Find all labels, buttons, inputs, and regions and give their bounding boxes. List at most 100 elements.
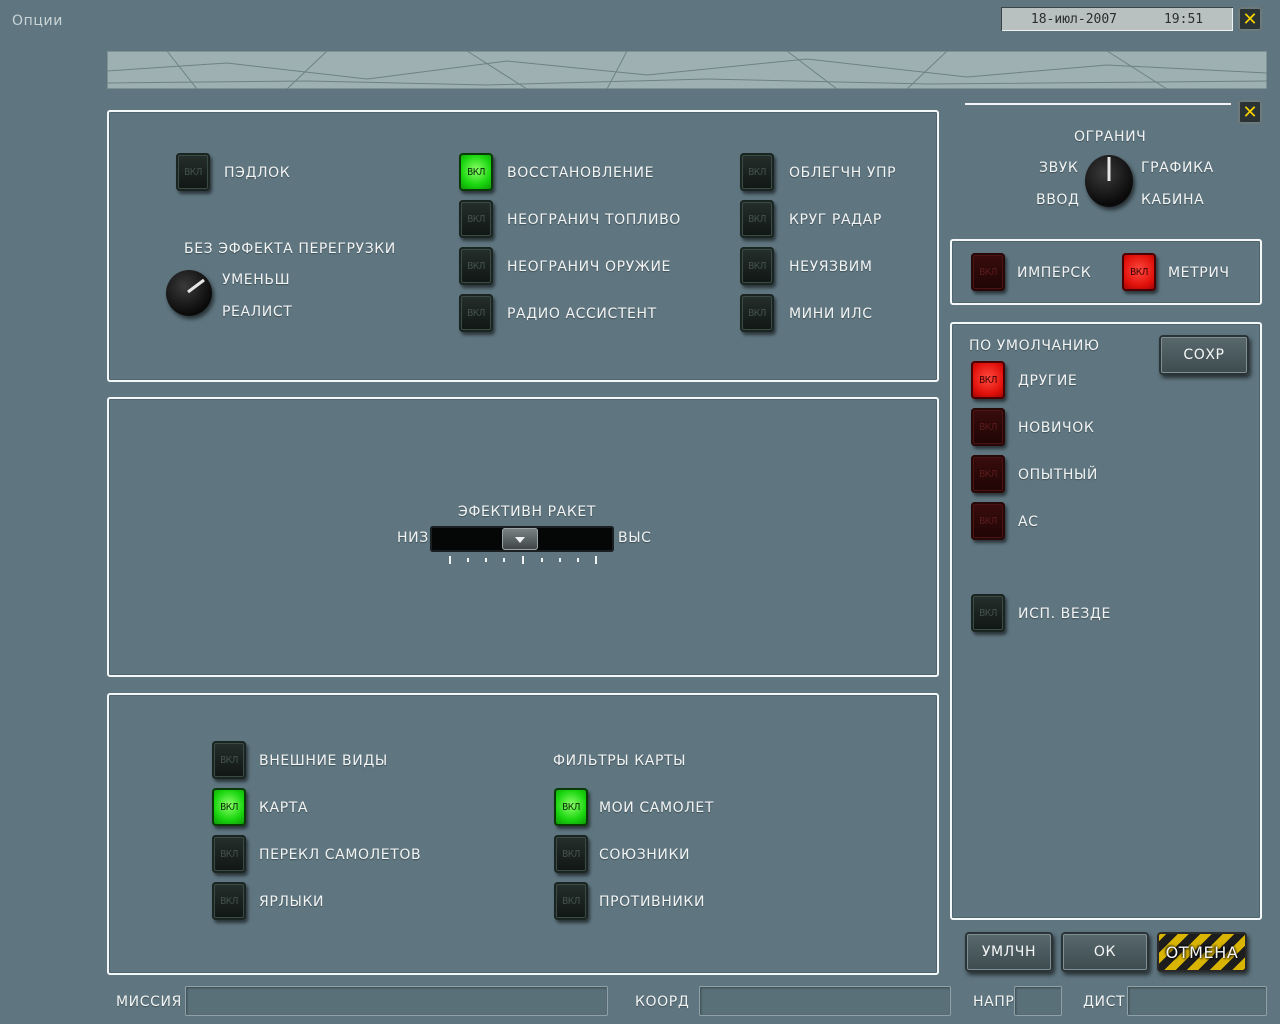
map-filter-toggle[interactable]: ВКЛ bbox=[554, 788, 588, 826]
chevron-down-icon bbox=[515, 537, 525, 543]
preset-toggle[interactable]: ВКЛ bbox=[971, 502, 1005, 540]
view-option-label: ПЕРЕКЛ САМОЛЕТОВ bbox=[259, 847, 422, 863]
save-button[interactable]: СОХР bbox=[1159, 335, 1249, 375]
g-effect-option-reduced[interactable]: УМЕНЬШ bbox=[222, 272, 290, 288]
window-close-icon[interactable]: ✕ bbox=[1238, 7, 1262, 31]
missile-slider-track[interactable] bbox=[430, 526, 614, 552]
close-glyph: ✕ bbox=[1242, 8, 1258, 30]
units-toggle[interactable]: ВКЛ bbox=[1122, 253, 1156, 291]
flight-option-label: РАДИО АССИСТЕНТ bbox=[507, 306, 657, 322]
missile-slider-ticks bbox=[449, 556, 597, 564]
default-button[interactable]: УМЛЧН bbox=[965, 932, 1053, 972]
view-option-label: ЯРЛЫКИ bbox=[259, 894, 325, 910]
preset-label: ОПЫТНЫЙ bbox=[1018, 467, 1099, 483]
window-title: Опции bbox=[12, 13, 63, 29]
flight-option-toggle[interactable]: ВКЛ bbox=[740, 294, 774, 332]
missile-low-label: НИЗ bbox=[397, 530, 429, 546]
toggle-state: ВКЛ bbox=[562, 801, 580, 813]
flight-option-toggle[interactable]: ВКЛ bbox=[740, 200, 774, 238]
map-filter-label: ПРОТИВНИКИ bbox=[599, 894, 706, 910]
mission-label: МИССИЯ bbox=[116, 994, 182, 1010]
view-option-label: ВНЕШНИЕ ВИДЫ bbox=[259, 753, 388, 769]
view-option-toggle[interactable]: ВКЛ bbox=[212, 882, 246, 920]
toggle-state: ВКЛ bbox=[748, 307, 766, 319]
view-options-panel bbox=[107, 693, 939, 975]
preset-toggle[interactable]: ВКЛ bbox=[971, 361, 1005, 399]
use-everywhere-toggle[interactable]: ВКЛ bbox=[971, 594, 1005, 632]
mission-field[interactable] bbox=[185, 986, 608, 1016]
view-option-toggle[interactable]: ВКЛ bbox=[212, 835, 246, 873]
flight-option-label: НЕУЯЗВИМ bbox=[789, 259, 873, 275]
preset-toggle[interactable]: ВКЛ bbox=[971, 455, 1005, 493]
map-strip bbox=[107, 51, 1267, 89]
missile-slider-thumb[interactable] bbox=[502, 528, 538, 550]
flight-option-toggle[interactable]: ВКЛ bbox=[459, 247, 493, 285]
flight-option-toggle[interactable]: ВКЛ bbox=[740, 153, 774, 191]
g-effect-option-realistic[interactable]: РЕАЛИСТ bbox=[222, 304, 292, 320]
map-filters-title: ФИЛЬТРЫ КАРТЫ bbox=[553, 753, 687, 769]
toggle-state: ВКЛ bbox=[979, 374, 997, 386]
flight-option-label: КРУГ РАДАР bbox=[789, 212, 882, 228]
units-toggle[interactable]: ВКЛ bbox=[971, 253, 1005, 291]
map-filter-toggle[interactable]: ВКЛ bbox=[554, 835, 588, 873]
side-divider bbox=[965, 103, 1231, 105]
toggle-state: ВКЛ bbox=[184, 166, 202, 178]
side-close-icon[interactable]: ✕ bbox=[1238, 100, 1262, 124]
close-glyph: ✕ bbox=[1242, 101, 1258, 123]
ok-button[interactable]: ОК bbox=[1061, 932, 1149, 972]
view-option-toggle[interactable]: ВКЛ bbox=[212, 788, 246, 826]
map-filter-toggle[interactable]: ВКЛ bbox=[554, 882, 588, 920]
distance-label: ДИСТ bbox=[1083, 994, 1126, 1010]
knob-label-limit[interactable]: ОГРАНИЧ bbox=[1074, 129, 1146, 145]
padlock-toggle[interactable]: ВКЛ bbox=[176, 153, 210, 191]
g-effect-knob[interactable] bbox=[166, 270, 212, 316]
missile-title: ЭФЕКТИВН РАКЕТ bbox=[458, 504, 596, 520]
datetime-text: 18-июл-2007 19:51 bbox=[1030, 11, 1204, 27]
flight-option-toggle[interactable]: ВКЛ bbox=[740, 247, 774, 285]
heading-field[interactable] bbox=[1014, 986, 1062, 1016]
missile-high-label: ВЫС bbox=[618, 530, 652, 546]
save-label: СОХР bbox=[1183, 347, 1225, 363]
toggle-state: ВКЛ bbox=[748, 213, 766, 225]
view-option-label: КАРТА bbox=[259, 800, 309, 816]
use-everywhere-label: ИСП. ВЕЗДЕ bbox=[1018, 606, 1111, 622]
knob-pointer bbox=[187, 278, 205, 294]
view-option-toggle[interactable]: ВКЛ bbox=[212, 741, 246, 779]
flight-option-toggle[interactable]: ВКЛ bbox=[459, 153, 493, 191]
toggle-state: ВКЛ bbox=[562, 895, 580, 907]
flight-option-toggle[interactable]: ВКЛ bbox=[459, 294, 493, 332]
flight-option-label: ОБЛЕГЧН УПР bbox=[789, 165, 897, 181]
knob-label-graphics[interactable]: ГРАФИКА bbox=[1141, 160, 1214, 176]
units-label: ИМПЕРСК bbox=[1017, 265, 1092, 281]
flight-option-label: ВОССТАНОВЛЕНИЕ bbox=[507, 165, 655, 181]
default-label: УМЛЧН bbox=[981, 944, 1037, 960]
preset-label: АС bbox=[1018, 514, 1039, 530]
toggle-state: ВКЛ bbox=[467, 260, 485, 272]
coord-field[interactable] bbox=[699, 986, 951, 1016]
g-effect-title: БЕЗ ЭФФЕКТА ПЕРЕГРУЗКИ bbox=[184, 241, 396, 257]
map-lines bbox=[107, 51, 1267, 89]
knob-label-input[interactable]: ВВОД bbox=[1036, 192, 1080, 208]
flight-option-toggle[interactable]: ВКЛ bbox=[459, 200, 493, 238]
distance-field[interactable] bbox=[1127, 986, 1267, 1016]
toggle-state: ВКЛ bbox=[467, 166, 485, 178]
knob-label-cockpit[interactable]: КАБИНА bbox=[1141, 192, 1204, 208]
flight-option-label: НЕОГРАНИЧ ТОПЛИВО bbox=[507, 212, 681, 228]
preset-label: ДРУГИЕ bbox=[1018, 373, 1078, 389]
cancel-label: ОТМЕНА bbox=[1165, 942, 1239, 962]
toggle-state: ВКЛ bbox=[467, 213, 485, 225]
cancel-button[interactable]: ОТМЕНА bbox=[1157, 932, 1247, 972]
preset-label: НОВИЧОК bbox=[1018, 420, 1095, 436]
toggle-state: ВКЛ bbox=[467, 307, 485, 319]
toggle-state: ВКЛ bbox=[220, 895, 238, 907]
defaults-title: ПО УМОЛЧАНИЮ bbox=[969, 338, 1100, 354]
map-filter-label: МОИ САМОЛЕТ bbox=[599, 800, 714, 816]
ok-label: ОК bbox=[1093, 944, 1117, 960]
preset-toggle[interactable]: ВКЛ bbox=[971, 408, 1005, 446]
units-label: МЕТРИЧ bbox=[1168, 265, 1230, 281]
toggle-state: ВКЛ bbox=[979, 515, 997, 527]
toggle-state: ВКЛ bbox=[979, 421, 997, 433]
category-selector-knob[interactable] bbox=[1085, 155, 1133, 207]
toggle-state: ВКЛ bbox=[979, 266, 997, 278]
knob-label-sound[interactable]: ЗВУК bbox=[1039, 160, 1078, 176]
